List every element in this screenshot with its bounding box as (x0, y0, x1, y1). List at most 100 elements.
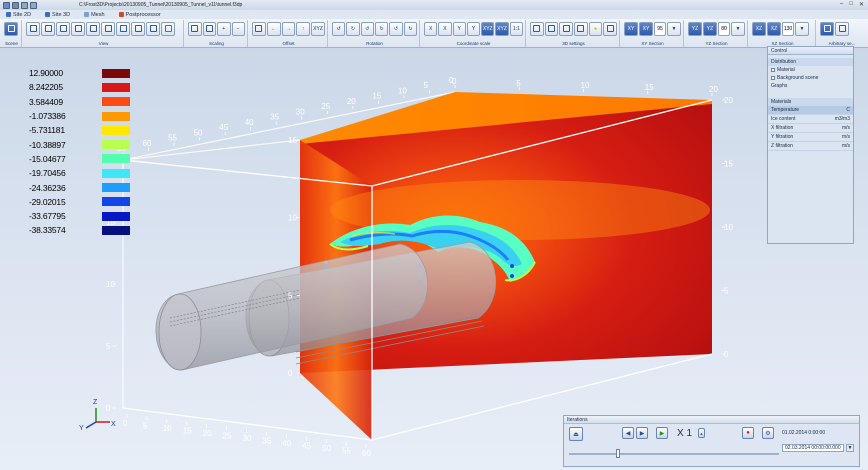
menu-site-3d[interactable]: Site 3D (45, 12, 70, 18)
legend-row: -38.33574 (29, 223, 130, 237)
material-checkbox-row[interactable]: Material (768, 66, 853, 74)
yz-section-button[interactable]: YZ (688, 21, 702, 36)
close-icon[interactable]: ✕ (859, 1, 864, 8)
scale-xyz-up-button[interactable]: XYZ (481, 21, 495, 36)
scale-y-down-button[interactable]: Y (466, 21, 481, 36)
arbitrary-section-toggle-button[interactable] (835, 21, 849, 36)
material-property-row[interactable]: Y filtration m/s (768, 133, 853, 142)
window-path: C:\Frost3D\Projects\20130905_Tunnel\2013… (79, 2, 243, 8)
view-front-button[interactable] (26, 21, 40, 36)
background-checkbox-row[interactable]: Background scene (768, 74, 853, 82)
xy-section-button[interactable]: XY (624, 21, 638, 36)
axis-tick-label: 45 (219, 123, 228, 132)
property-unit: C (846, 107, 850, 113)
view-back-button[interactable] (41, 21, 55, 36)
xz-section-input[interactable]: 130 (782, 21, 794, 36)
settings-b-button[interactable] (544, 21, 559, 36)
speed-spinner[interactable]: ▲ (698, 428, 705, 438)
xy-section-input[interactable]: 95 (654, 21, 666, 36)
site-3d-icon (45, 12, 51, 17)
xz-section-button[interactable]: XZ (752, 21, 766, 36)
view-right-button[interactable] (71, 21, 85, 36)
current-date-field[interactable]: 02.03.2014 00:00:00.000 (782, 444, 844, 452)
light-bulb-icon[interactable]: ● (588, 21, 603, 36)
save-icon[interactable] (12, 1, 19, 9)
material-property-row[interactable]: Temperature C (768, 106, 853, 115)
offset-up-button[interactable]: ↑ (296, 21, 311, 36)
rotate-x-cw-button[interactable]: ↻ (346, 21, 360, 36)
offset-center-button[interactable] (252, 21, 266, 36)
date-dropdown-icon[interactable]: ▼ (846, 444, 854, 452)
settings-f-button[interactable] (603, 21, 618, 36)
play-button[interactable]: ▶ (656, 427, 668, 439)
view-iso2-button[interactable] (131, 21, 145, 36)
rotate-y-ccw-button[interactable]: ↺ (360, 21, 374, 36)
eject-button[interactable]: ⏏ (569, 427, 583, 441)
offset-left-button[interactable]: ← (266, 21, 281, 36)
rotate-y-cw-button[interactable]: ↻ (374, 21, 389, 36)
background-checkbox[interactable] (771, 76, 775, 80)
menu-site-2d[interactable]: Site 2D (6, 12, 31, 18)
postprocessor-icon (118, 12, 124, 17)
view-iso4-button[interactable] (161, 21, 175, 36)
view-iso3-button[interactable] (146, 21, 160, 36)
arbitrary-section-button[interactable] (820, 21, 834, 36)
timeline-track[interactable] (569, 453, 779, 455)
scene-button[interactable] (4, 21, 18, 36)
scale-xyz-down-button[interactable]: XYZ (495, 21, 509, 36)
material-property-row[interactable]: X filtration m/s (768, 124, 853, 133)
menu-postprocessor[interactable]: Postprocessor (118, 12, 161, 18)
minimize-icon[interactable]: – (840, 1, 843, 8)
3d-viewport[interactable]: 0 5 10 15 20 25 30 35 40 45 50 55 600 5 10 15 2020151050… (0, 48, 868, 470)
view-bottom-button[interactable] (101, 21, 115, 36)
scale-y-up-button[interactable]: Y (452, 21, 466, 36)
scale-reset-button[interactable]: 1:1 (509, 21, 523, 36)
undo-icon[interactable] (21, 1, 28, 9)
scale-x-down-button[interactable]: X (438, 21, 452, 36)
view-top-button[interactable] (86, 21, 100, 36)
material-property-row[interactable]: Z filtration m/s (768, 142, 853, 151)
offset-xyz-button[interactable]: XYZ (311, 21, 325, 36)
xz-apply-button[interactable]: ▼ (795, 21, 809, 36)
legend-value: 3.584409 (29, 96, 63, 107)
xy-apply-button[interactable]: ▼ (667, 21, 681, 36)
app-icon (3, 1, 10, 9)
legend-swatch (102, 140, 130, 150)
material-property-row[interactable]: Ice content m3/m3 (768, 115, 853, 124)
step-forward-button[interactable]: ▶ (636, 427, 648, 439)
offset-right-button[interactable]: → (281, 21, 296, 36)
rotate-z-ccw-button[interactable]: ↺ (389, 21, 403, 36)
view-iso1-button[interactable] (116, 21, 130, 36)
xz-section-toggle-button[interactable]: XZ (767, 21, 781, 36)
maximize-icon[interactable]: □ (849, 1, 853, 8)
settings-c-button[interactable] (559, 21, 574, 36)
yz-section-toggle-button[interactable]: YZ (703, 21, 717, 36)
start-date: 01.02.2014 0:00:00 (782, 430, 826, 436)
fit-button[interactable] (188, 21, 202, 36)
settings-gear-icon[interactable]: ⚙ (762, 427, 774, 439)
view-left-button[interactable] (56, 21, 70, 36)
triad-z-label: Z (93, 399, 98, 406)
rotate-z-cw-button[interactable]: ↻ (403, 21, 417, 36)
yz-section-input[interactable]: 80 (718, 21, 730, 36)
group-xy-section: XY XY 95 ▼ XY Section (622, 20, 684, 47)
menu-mesh[interactable]: Mesh (84, 12, 105, 18)
settings-a-button[interactable] (530, 21, 544, 36)
rotate-x-ccw-button[interactable]: ↺ (332, 21, 346, 36)
property-unit: m/s (841, 143, 850, 149)
axis-tick-label: 0 (724, 350, 729, 359)
grid-button[interactable] (202, 21, 216, 36)
scale-x-up-button[interactable]: X (424, 21, 438, 36)
redo-icon[interactable] (30, 1, 37, 9)
record-button[interactable]: ● (742, 427, 754, 439)
xy-section-toggle-button[interactable]: XY (639, 21, 653, 36)
graphs-item[interactable]: Graphs (768, 82, 853, 90)
material-checkbox[interactable] (771, 68, 775, 72)
legend-value: -24.36236 (29, 182, 66, 193)
settings-d-button[interactable] (574, 21, 588, 36)
timeline-slider-thumb[interactable] (616, 449, 620, 458)
zoom-out-button[interactable]: − (231, 21, 245, 36)
step-back-button[interactable]: ◀ (622, 427, 634, 439)
zoom-in-button[interactable]: + (217, 21, 231, 36)
yz-apply-button[interactable]: ▼ (731, 21, 745, 36)
